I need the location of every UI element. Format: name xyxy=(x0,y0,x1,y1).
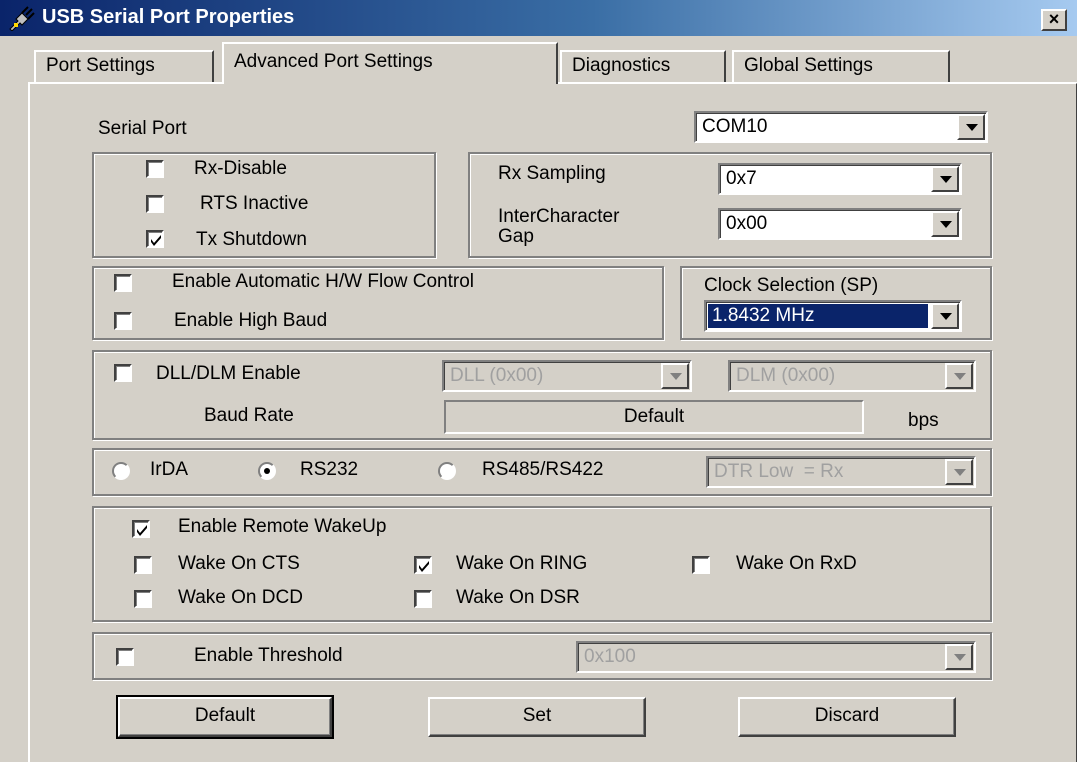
irda-radio[interactable] xyxy=(112,462,130,480)
usb-plug-icon xyxy=(8,5,36,32)
wake-on-rxd-checkbox[interactable] xyxy=(692,556,710,574)
inter-char-gap-label-line2: Gap xyxy=(498,226,534,247)
serial-port-select[interactable]: COM10 xyxy=(694,111,988,143)
auto-hw-flow-checkbox[interactable] xyxy=(114,274,132,292)
rx-disable-label: Rx-Disable xyxy=(194,158,287,179)
baud-rate-field: Default xyxy=(444,400,864,434)
radio-dot xyxy=(264,468,270,474)
chevron-down-icon xyxy=(945,644,973,670)
chevron-down-icon xyxy=(957,114,985,140)
dtr-select[interactable]: DTR Low = Rx xyxy=(706,456,976,488)
chevron-down-icon xyxy=(931,211,959,237)
clock-selection-value: 1.8432 MHz xyxy=(712,305,815,326)
wake-on-dcd-checkbox[interactable] xyxy=(134,590,152,608)
threshold-select[interactable]: 0x100 xyxy=(576,641,976,673)
default-button[interactable]: Default xyxy=(116,695,334,739)
close-button[interactable]: × xyxy=(1041,9,1067,31)
window-title: USB Serial Port Properties xyxy=(42,6,295,28)
wake-on-dsr-label: Wake On DSR xyxy=(456,587,580,608)
chevron-down-icon xyxy=(661,363,689,389)
tab-port-settings[interactable]: Port Settings xyxy=(34,50,214,82)
chevron-down-icon xyxy=(931,303,959,329)
tab-label: Port Settings xyxy=(46,55,155,76)
serial-port-value: COM10 xyxy=(702,116,768,137)
checkmark-icon xyxy=(151,235,161,246)
rx-disable-checkbox[interactable] xyxy=(146,160,164,178)
enable-threshold-label: Enable Threshold xyxy=(194,645,343,666)
discard-button[interactable]: Discard xyxy=(738,697,956,737)
chevron-down-icon xyxy=(945,363,973,389)
tab-label: Global Settings xyxy=(744,55,873,76)
rx-sampling-label: Rx Sampling xyxy=(498,163,606,184)
close-icon: × xyxy=(1048,9,1060,29)
baud-rate-value: Default xyxy=(623,406,685,427)
rs232-label: RS232 xyxy=(300,459,359,480)
chevron-down-icon xyxy=(945,459,973,485)
threshold-value: 0x100 xyxy=(584,646,636,667)
dtr-value: DTR Low = Rx xyxy=(714,461,844,482)
tab-label: Advanced Port Settings xyxy=(234,51,433,72)
set-button[interactable]: Set xyxy=(428,697,646,737)
rts-inactive-label: RTS Inactive xyxy=(200,193,309,214)
wake-on-dcd-label: Wake On DCD xyxy=(178,587,303,608)
rs232-radio[interactable] xyxy=(258,462,276,480)
enable-threshold-checkbox[interactable] xyxy=(116,648,134,666)
wake-on-ring-label: Wake On RING xyxy=(456,553,588,574)
wake-on-dsr-checkbox[interactable] xyxy=(414,590,432,608)
clock-selection-label: Clock Selection (SP) xyxy=(704,275,879,296)
tab-diagnostics[interactable]: Diagnostics xyxy=(560,50,726,82)
high-baud-label: Enable High Baud xyxy=(174,310,328,331)
wake-on-ring-checkbox[interactable] xyxy=(414,556,432,574)
dll-select[interactable]: DLL (0x00) xyxy=(442,360,692,392)
tab-global-settings[interactable]: Global Settings xyxy=(732,50,950,82)
checkmark-icon xyxy=(137,525,147,536)
serial-port-label: Serial Port xyxy=(98,118,187,139)
wake-on-rxd-label: Wake On RxD xyxy=(736,553,857,574)
inter-char-gap-label-line1: InterCharacter xyxy=(498,206,620,227)
irda-label: IrDA xyxy=(150,459,188,480)
enable-remote-wakeup-label: Enable Remote WakeUp xyxy=(178,516,387,537)
tx-shutdown-checkbox[interactable] xyxy=(146,230,164,248)
baud-rate-label: Baud Rate xyxy=(204,405,294,426)
chevron-down-icon xyxy=(931,166,959,192)
inter-char-gap-label: InterCharacter Gap xyxy=(498,207,619,247)
dlm-value: DLM (0x00) xyxy=(736,365,836,386)
checkmark-icon xyxy=(419,561,429,572)
tab-label: Diagnostics xyxy=(572,55,671,76)
bps-unit-label: bps xyxy=(908,410,939,431)
wake-on-cts-label: Wake On CTS xyxy=(178,553,300,574)
enable-remote-wakeup-checkbox[interactable] xyxy=(132,520,150,538)
inter-char-gap-value: 0x00 xyxy=(726,213,768,234)
clock-selection-select[interactable]: 1.8432 MHz xyxy=(704,300,962,332)
tx-shutdown-label: Tx Shutdown xyxy=(196,229,307,250)
auto-hw-flow-label: Enable Automatic H/W Flow Control xyxy=(172,271,475,292)
rts-inactive-checkbox[interactable] xyxy=(146,195,164,213)
rs485-label: RS485/RS422 xyxy=(482,459,604,480)
inter-char-gap-select[interactable]: 0x00 xyxy=(718,208,962,240)
rx-sampling-select[interactable]: 0x7 xyxy=(718,163,962,195)
dll-dlm-enable-label: DLL/DLM Enable xyxy=(156,363,301,384)
dlm-select[interactable]: DLM (0x00) xyxy=(728,360,976,392)
rs485-radio[interactable] xyxy=(438,462,456,480)
high-baud-checkbox[interactable] xyxy=(114,312,132,330)
rx-sampling-value: 0x7 xyxy=(726,168,757,189)
tab-advanced-port-settings[interactable]: Advanced Port Settings xyxy=(222,42,558,84)
dll-value: DLL (0x00) xyxy=(450,365,544,386)
wake-on-cts-checkbox[interactable] xyxy=(134,556,152,574)
dll-dlm-enable-checkbox[interactable] xyxy=(114,364,132,382)
